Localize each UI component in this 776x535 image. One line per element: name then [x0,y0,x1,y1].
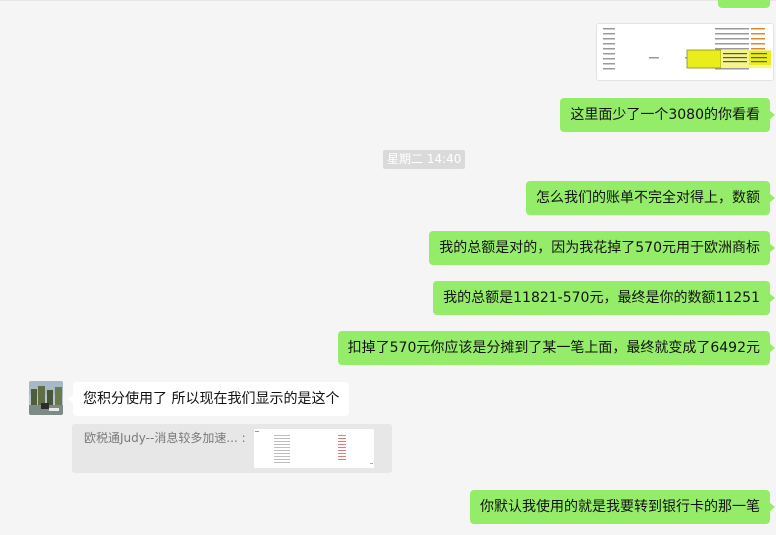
outgoing-message[interactable]: 我的总额是对的，因为我花掉了570元用于欧洲商标 [429,231,775,265]
avatar-image [29,381,63,415]
outgoing-message[interactable]: 这里面少了一个3080的你看看 [560,98,775,132]
previous-message-bubble[interactable] [718,0,770,8]
outgoing-message[interactable]: 我的总额是11821-570元，最终是你的数额11251 [433,281,775,315]
quoted-sender-text: 欧税通Judy--消息较多加速... : [84,431,246,445]
quoted-spreadsheet-preview [254,429,374,468]
header-divider [0,0,776,1]
spreadsheet-image-message[interactable] [596,23,774,81]
contact-avatar[interactable] [29,381,63,415]
outgoing-message[interactable]: 怎么我们的账单不完全对得上，数额 [526,181,775,215]
quoted-message[interactable]: 欧税通Judy--消息较多加速... : [72,424,392,473]
incoming-message[interactable]: 您积分使用了 所以现在我们显示的是这个 [67,382,350,416]
spreadsheet-thumbnail [597,24,773,80]
quoted-image-thumbnail[interactable] [254,429,374,468]
outgoing-message[interactable]: 扣掉了570元你应该是分摊到了某一笔上面，最终就变成了6492元 [337,331,776,365]
chat-message-area[interactable]: 这里面少了一个3080的你看看 星期二 14:40 怎么我们的账单不完全对得上，… [0,0,776,535]
date-separator: 星期二 14:40 [383,150,466,169]
outgoing-message[interactable]: 你默认我使用的就是我要转到银行卡的那一笔 [470,490,775,524]
